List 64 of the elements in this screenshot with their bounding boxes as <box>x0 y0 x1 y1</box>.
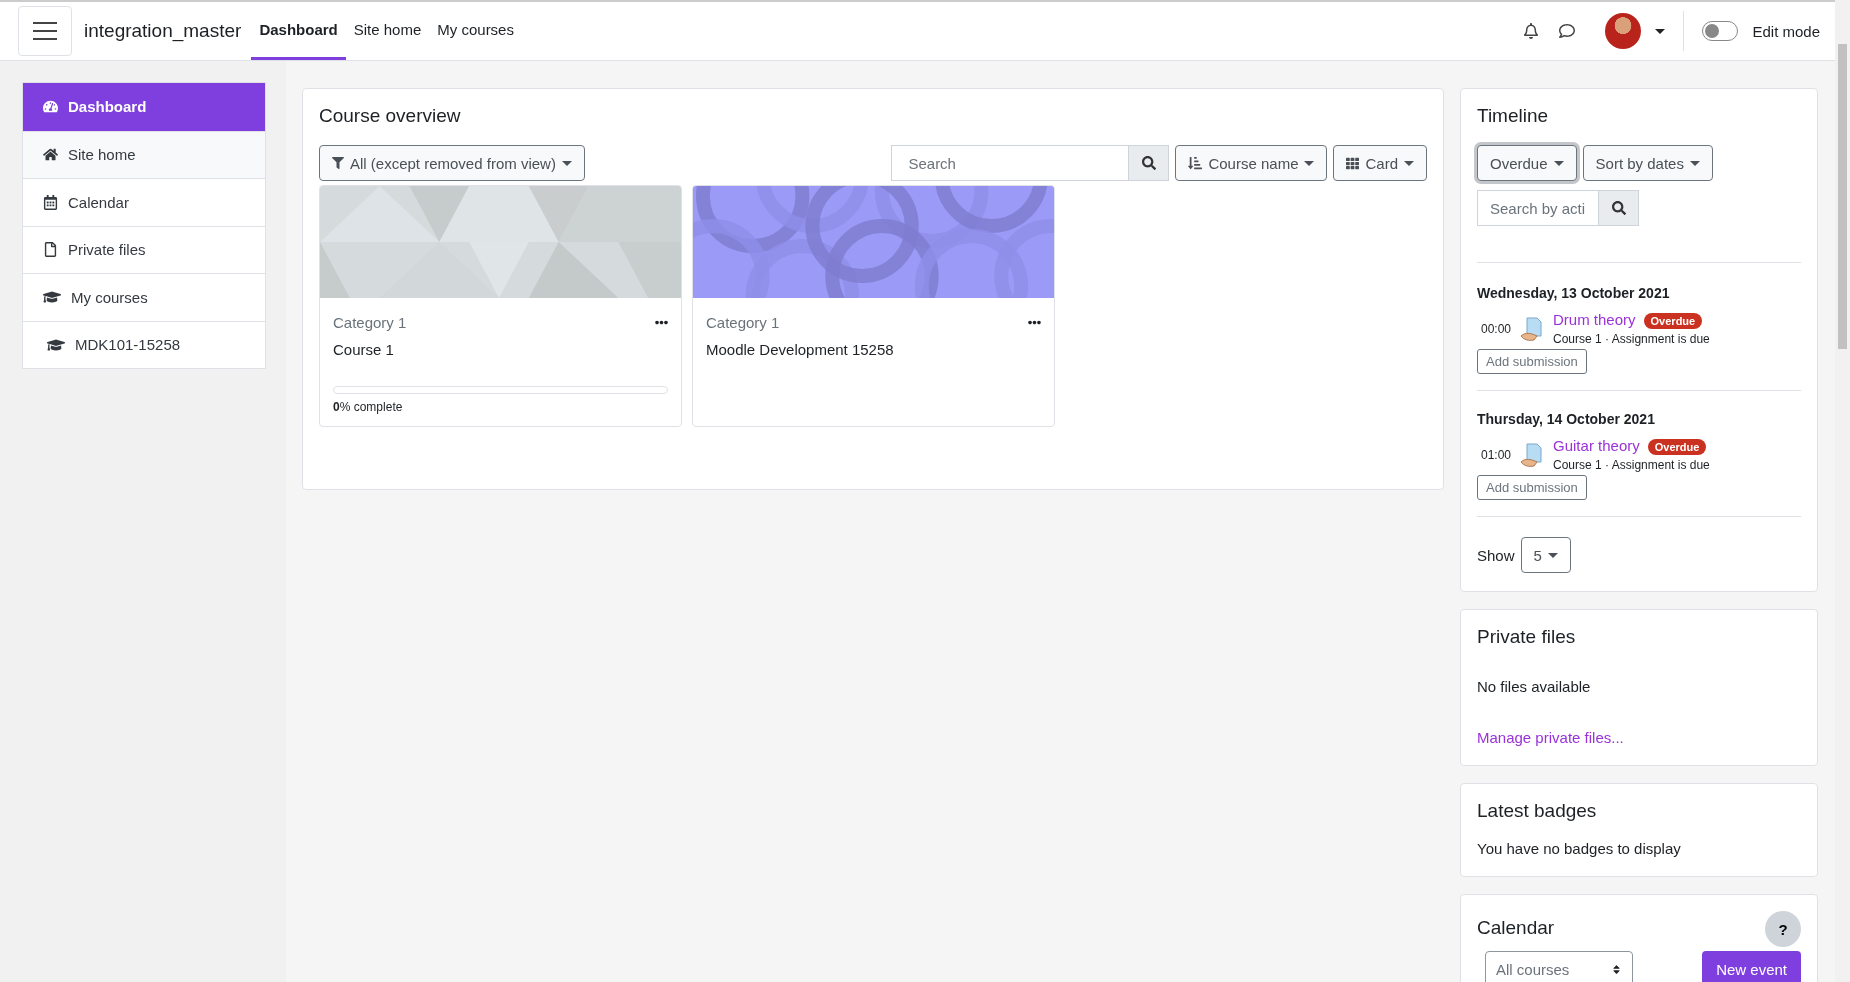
file-icon <box>43 242 58 258</box>
search-icon <box>1611 201 1626 215</box>
grid-icon <box>1346 156 1360 170</box>
search-icon <box>1141 156 1156 170</box>
show-label: Show <box>1477 546 1515 564</box>
activity-search-field[interactable]: Search by acti <box>1477 190 1599 226</box>
course-category: Category 1 <box>333 314 407 331</box>
card-title: Calendar <box>1477 917 1555 939</box>
caret-icon[interactable] <box>1655 28 1666 34</box>
event-link[interactable]: Drum theory <box>1553 311 1636 328</box>
nav-tab[interactable]: Site home <box>345 2 430 60</box>
edit-mode-toggle[interactable] <box>1702 21 1739 41</box>
course-card[interactable]: Category 1 Moodle Development 15258 <box>692 185 1055 427</box>
gauge-icon <box>43 99 58 115</box>
view-dropdown[interactable]: Card <box>1333 145 1427 181</box>
card-title: Course overview <box>319 105 462 127</box>
add-submission-button[interactable]: Add submission <box>1477 349 1587 374</box>
event-detail: Course 1 · Assignment is due <box>1553 458 1710 472</box>
message-icon[interactable] <box>1559 23 1576 39</box>
sort-arrows-icon <box>1611 963 1622 975</box>
sidebar-item[interactable]: Dashboard <box>23 83 265 131</box>
site-name: integration_master <box>84 20 242 42</box>
search-button[interactable] <box>1129 145 1170 181</box>
filter-icon <box>332 157 344 169</box>
event-detail: Course 1 · Assignment is due <box>1553 332 1710 346</box>
overdue-badge: Overdue <box>1643 313 1703 329</box>
date-heading: Wednesday, 13 October 2021 <box>1477 285 1671 301</box>
course-name: Course 1 <box>333 341 395 358</box>
course-name: Moodle Development 15258 <box>706 341 895 358</box>
sort-icon <box>1188 156 1203 170</box>
add-submission-button[interactable]: Add submission <box>1477 475 1587 500</box>
course-card[interactable]: Category 1 Course 1 0% complete <box>319 185 682 427</box>
nav-tab[interactable]: My courses <box>429 2 522 60</box>
empty-message: You have no badges to display <box>1477 840 1681 857</box>
notification-bell-icon[interactable] <box>1523 23 1540 39</box>
calendar-icon <box>43 194 58 210</box>
edit-mode-label: Edit mode <box>1752 22 1820 40</box>
manage-files-link[interactable]: Manage private files... <box>1477 729 1624 746</box>
help-button[interactable]: ? <box>1765 911 1801 947</box>
user-avatar[interactable] <box>1605 13 1642 49</box>
sort-dropdown[interactable]: Course name <box>1175 145 1328 181</box>
home-icon <box>43 147 58 163</box>
scrollbar-thumb[interactable] <box>1838 44 1847 349</box>
card-title: Private files <box>1477 626 1577 648</box>
filter-dropdown[interactable]: All (except removed from view) <box>319 145 585 181</box>
show-count-dropdown[interactable]: 5 <box>1520 537 1571 573</box>
search-button[interactable] <box>1599 190 1639 226</box>
menu-button[interactable] <box>18 6 72 56</box>
progress-label: 0% complete <box>333 400 404 414</box>
course-select[interactable]: All courses <box>1485 951 1633 982</box>
timeline-filter-dropdown[interactable]: Overdue <box>1477 145 1577 181</box>
overdue-badge: Overdue <box>1647 439 1707 455</box>
course-category: Category 1 <box>706 314 780 331</box>
sidebar-item[interactable]: Site home <box>23 130 265 178</box>
date-heading: Thursday, 14 October 2021 <box>1477 411 1656 427</box>
empty-message: No files available <box>1477 678 1592 695</box>
new-event-button[interactable]: New event <box>1702 951 1801 982</box>
course-search-field[interactable]: Search <box>891 145 1130 181</box>
card-title: Latest badges <box>1477 800 1598 822</box>
event-time: 01:00 <box>1481 448 1512 462</box>
timeline-sort-dropdown[interactable]: Sort by dates <box>1582 145 1713 181</box>
event-time: 00:00 <box>1481 322 1512 336</box>
event-link[interactable]: Guitar theory <box>1553 437 1640 454</box>
card-title: Timeline <box>1477 105 1550 127</box>
